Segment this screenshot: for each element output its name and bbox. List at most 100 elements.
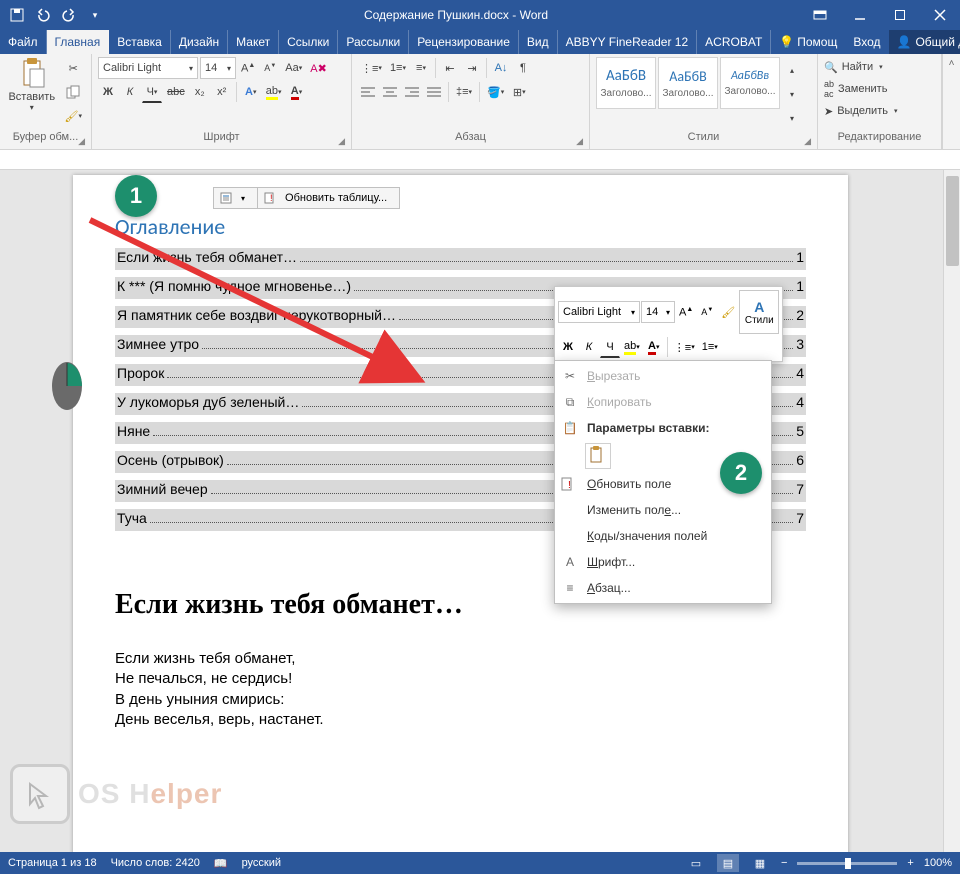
tab-layout[interactable]: Макет xyxy=(228,30,279,54)
font-family-combo[interactable]: Calibri Light▾ xyxy=(98,57,198,79)
mini-format-painter[interactable]: 🖌 xyxy=(718,301,738,323)
mini-highlight[interactable]: ab▾ xyxy=(621,336,643,358)
ribbon-display-icon[interactable] xyxy=(800,0,840,30)
paste-button[interactable]: Вставить ▾ xyxy=(6,57,58,112)
mini-font-size[interactable]: 14▾ xyxy=(641,301,675,323)
align-center-button[interactable] xyxy=(380,81,400,103)
shading-button[interactable]: 🪣▾ xyxy=(484,81,507,103)
share-button[interactable]: 👤Общий доступ xyxy=(889,30,960,54)
zoom-level[interactable]: 100% xyxy=(924,857,952,869)
replace-button[interactable]: abacЗаменить xyxy=(824,79,897,99)
mini-underline[interactable]: Ч xyxy=(600,336,620,358)
tab-insert[interactable]: Вставка xyxy=(109,30,171,54)
clipboard-launcher-icon[interactable]: ◢ xyxy=(78,136,85,147)
tab-acrobat[interactable]: ACROBAT xyxy=(697,30,771,54)
mini-font-family[interactable]: Calibri Light▾ xyxy=(558,301,640,323)
tab-mailings[interactable]: Рассылки xyxy=(338,30,409,54)
sign-in[interactable]: Вход xyxy=(845,30,888,54)
borders-button[interactable]: ⊞▾ xyxy=(509,81,529,103)
minimize-icon[interactable] xyxy=(840,0,880,30)
multilevel-button[interactable]: ≡▾ xyxy=(411,57,431,79)
superscript-button[interactable]: x² xyxy=(212,81,232,103)
toc-update-button[interactable]: !Обновить таблицу... xyxy=(258,188,399,208)
mini-font-color[interactable]: A▾ xyxy=(644,336,664,358)
increase-indent-button[interactable]: ⇥ xyxy=(462,57,482,79)
close-icon[interactable] xyxy=(920,0,960,30)
ctx-font[interactable]: AШрифт... xyxy=(555,549,771,575)
tab-home[interactable]: Главная xyxy=(47,30,110,54)
paragraph-launcher-icon[interactable]: ◢ xyxy=(576,136,583,147)
zoom-in-button[interactable]: + xyxy=(907,857,913,869)
mini-styles-button[interactable]: AСтили xyxy=(739,290,779,334)
style-heading2[interactable]: АаБбВЗаголово... xyxy=(658,57,718,109)
tab-design[interactable]: Дизайн xyxy=(171,30,228,54)
ctx-paragraph[interactable]: ≡Абзац... xyxy=(555,575,771,601)
styles-scroll-up[interactable]: ▴ xyxy=(782,59,802,81)
collapse-ribbon-button[interactable]: ˄ xyxy=(942,54,960,149)
text-effects-button[interactable]: A▾ xyxy=(241,81,261,103)
font-launcher-icon[interactable]: ◢ xyxy=(338,136,345,147)
justify-button[interactable] xyxy=(424,81,444,103)
underline-button[interactable]: Ч▾ xyxy=(142,81,162,103)
save-icon[interactable] xyxy=(6,4,28,26)
styles-scroll-down[interactable]: ▾ xyxy=(782,83,802,105)
zoom-slider[interactable] xyxy=(797,862,897,865)
style-heading1[interactable]: АаБбВЗаголово... xyxy=(596,57,656,109)
font-color-button[interactable]: A▾ xyxy=(287,81,307,103)
tell-me[interactable]: 💡Помощ xyxy=(771,30,845,54)
decrease-indent-button[interactable]: ⇤ xyxy=(440,57,460,79)
align-left-button[interactable] xyxy=(358,81,378,103)
status-words[interactable]: Число слов: 2420 xyxy=(111,857,200,869)
align-right-button[interactable] xyxy=(402,81,422,103)
cut-button[interactable]: ✂ xyxy=(62,57,85,79)
font-size-combo[interactable]: 14▾ xyxy=(200,57,236,79)
undo-icon[interactable] xyxy=(32,4,54,26)
zoom-out-button[interactable]: − xyxy=(781,857,787,869)
find-button[interactable]: 🔍Найти▾ xyxy=(824,57,897,77)
sort-button[interactable]: A↓ xyxy=(491,57,511,79)
maximize-icon[interactable] xyxy=(880,0,920,30)
status-language[interactable]: русский xyxy=(242,857,281,869)
highlight-button[interactable]: ab▾ xyxy=(263,81,285,103)
grow-font-button[interactable]: A▲ xyxy=(238,57,258,79)
tab-references[interactable]: Ссылки xyxy=(279,30,338,54)
view-read-mode[interactable]: ▭ xyxy=(685,854,707,872)
status-page[interactable]: Страница 1 из 18 xyxy=(8,857,97,869)
tab-view[interactable]: Вид xyxy=(519,30,558,54)
styles-launcher-icon[interactable]: ◢ xyxy=(804,136,811,147)
scrollbar-thumb[interactable] xyxy=(946,176,959,266)
shrink-font-button[interactable]: A▼ xyxy=(260,57,280,79)
bullets-button[interactable]: ⋮≡▾ xyxy=(358,57,385,79)
subscript-button[interactable]: x₂ xyxy=(190,81,210,103)
bold-button[interactable]: Ж xyxy=(98,81,118,103)
status-proofing-icon[interactable]: 📖 xyxy=(214,857,228,870)
mini-shrink-font[interactable]: A▼ xyxy=(697,301,717,323)
view-print-layout[interactable]: ▤ xyxy=(717,854,739,872)
ctx-field-codes[interactable]: Коды/значения полей xyxy=(555,523,771,549)
tab-finereader[interactable]: ABBYY FineReader 12 xyxy=(558,30,698,54)
strikethrough-button[interactable]: abc xyxy=(164,81,188,103)
styles-expand[interactable]: ▾ xyxy=(782,107,802,129)
mini-bullets[interactable]: ⋮≡▾ xyxy=(671,336,698,358)
ctx-edit-field[interactable]: Изменить поле... xyxy=(555,497,771,523)
line-spacing-button[interactable]: ‡≡▾ xyxy=(453,81,475,103)
style-heading3[interactable]: АаБбВвЗаголово... xyxy=(720,57,780,109)
mini-italic[interactable]: К xyxy=(579,336,599,358)
vertical-scrollbar[interactable] xyxy=(943,170,960,852)
select-button[interactable]: ➤Выделить▾ xyxy=(824,101,897,121)
show-marks-button[interactable]: ¶ xyxy=(513,57,533,79)
copy-button[interactable] xyxy=(62,81,85,103)
format-painter-button[interactable]: 🖌▾ xyxy=(62,105,85,127)
mini-grow-font[interactable]: A▲ xyxy=(676,301,696,323)
view-web-layout[interactable]: ▦ xyxy=(749,854,771,872)
toc-menu-button[interactable]: ▾ xyxy=(214,188,258,208)
qat-customize-icon[interactable]: ▾ xyxy=(84,4,106,26)
tab-review[interactable]: Рецензирование xyxy=(409,30,519,54)
redo-icon[interactable] xyxy=(58,4,80,26)
ctx-paste-keep-source[interactable] xyxy=(585,443,611,469)
numbering-button[interactable]: 1≡▾ xyxy=(387,57,409,79)
tab-file[interactable]: Файл xyxy=(0,30,47,54)
clear-formatting-button[interactable]: A✖ xyxy=(307,57,330,79)
mini-numbering[interactable]: 1≡▾ xyxy=(699,336,721,358)
italic-button[interactable]: К xyxy=(120,81,140,103)
